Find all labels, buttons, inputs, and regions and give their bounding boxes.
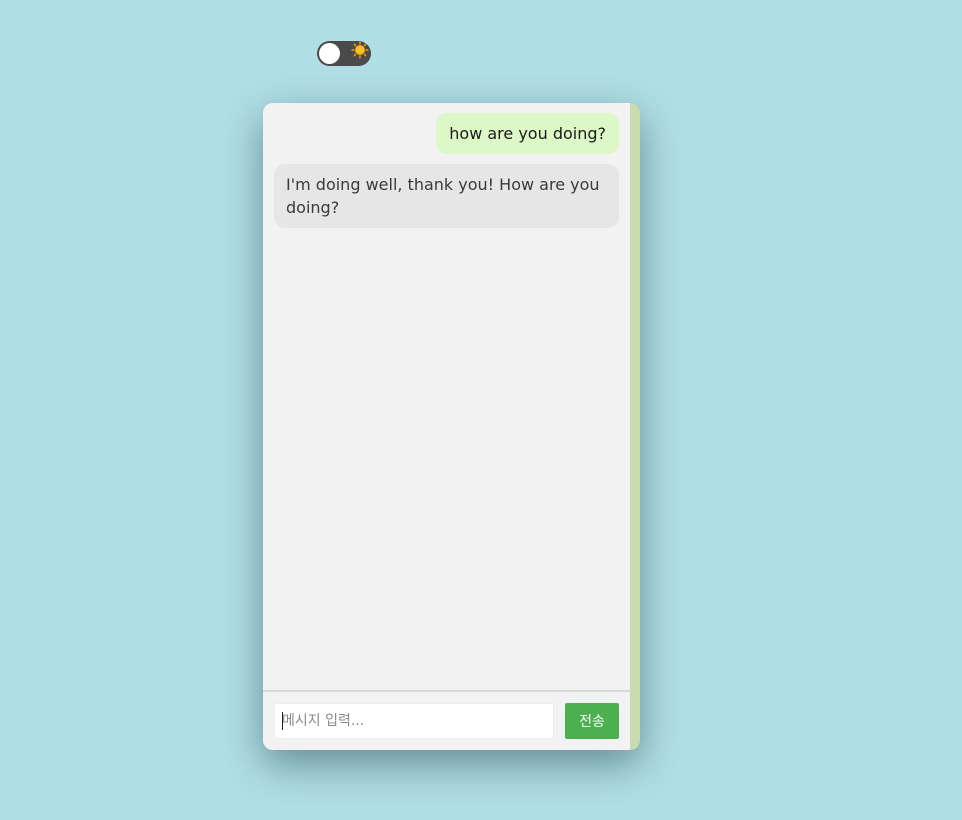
sun-icon: [351, 41, 369, 59]
chat-window: how are you doing? I'm doing well, thank…: [263, 103, 640, 750]
theme-toggle[interactable]: [317, 41, 371, 66]
bot-message: I'm doing well, thank you! How are you d…: [274, 164, 619, 228]
text-caret: [282, 712, 283, 730]
chat-panel: how are you doing? I'm doing well, thank…: [263, 103, 630, 750]
send-button[interactable]: 전송: [565, 703, 619, 739]
page: how are you doing? I'm doing well, thank…: [0, 0, 962, 820]
toggle-knob: [319, 43, 340, 64]
message-list: how are you doing? I'm doing well, thank…: [263, 103, 630, 690]
user-message: how are you doing?: [436, 113, 619, 154]
message-input[interactable]: [274, 703, 554, 739]
input-bar: 전송: [263, 692, 630, 750]
